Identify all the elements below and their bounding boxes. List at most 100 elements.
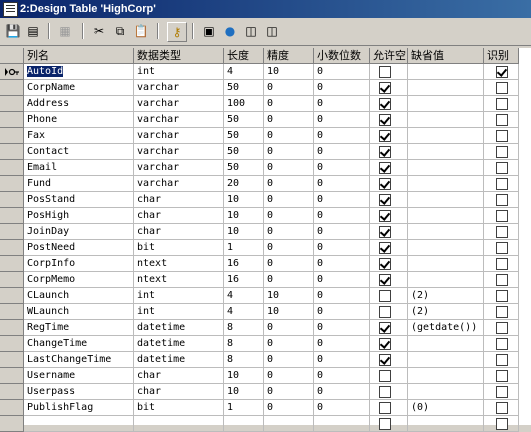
header-default-value[interactable]: 缺省值 (408, 48, 484, 64)
cell-data-type[interactable]: bit (134, 400, 224, 416)
cell-column-name[interactable]: Fax (24, 128, 134, 144)
row-selector[interactable] (0, 384, 24, 400)
cell-scale[interactable]: 0 (314, 384, 370, 400)
allow-nulls-cell[interactable] (370, 256, 408, 272)
cell-length[interactable]: 4 (224, 304, 264, 320)
manage-constraints-icon[interactable]: ◫ (242, 22, 260, 40)
identity-cell[interactable] (484, 112, 519, 128)
allow-nulls-checkbox[interactable] (379, 274, 391, 286)
cell-default-value[interactable]: (2) (408, 304, 484, 320)
row-selector[interactable] (0, 64, 24, 80)
cell-length[interactable]: 50 (224, 160, 264, 176)
row-selector[interactable] (0, 400, 24, 416)
identity-checkbox[interactable] (496, 98, 508, 110)
identity-checkbox[interactable] (496, 338, 508, 350)
row-selector[interactable] (0, 272, 24, 288)
row-selector[interactable] (0, 368, 24, 384)
identity-cell[interactable] (484, 384, 519, 400)
cell-column-name[interactable]: RegTime (24, 320, 134, 336)
cell-precision[interactable]: 0 (264, 272, 314, 288)
row-selector[interactable] (0, 320, 24, 336)
identity-cell[interactable] (484, 160, 519, 176)
identity-cell[interactable] (484, 64, 519, 80)
cell-precision[interactable]: 0 (264, 192, 314, 208)
cell-data-type[interactable]: varchar (134, 96, 224, 112)
cell-default-value[interactable] (408, 336, 484, 352)
cell-default-value[interactable] (408, 352, 484, 368)
cell-data-type[interactable]: varchar (134, 112, 224, 128)
cell-precision[interactable]: 10 (264, 304, 314, 320)
row-selector[interactable] (0, 112, 24, 128)
cell-length[interactable]: 8 (224, 352, 264, 368)
row-selector[interactable] (0, 224, 24, 240)
cell-precision[interactable]: 10 (264, 64, 314, 80)
cell-length[interactable]: 1 (224, 240, 264, 256)
cell-default-value[interactable]: (0) (408, 400, 484, 416)
cell-precision[interactable]: 0 (264, 320, 314, 336)
cell-default-value[interactable] (408, 240, 484, 256)
identity-checkbox[interactable] (496, 402, 508, 414)
cell-precision[interactable] (264, 416, 314, 432)
cell-precision[interactable]: 0 (264, 368, 314, 384)
cell-precision[interactable]: 0 (264, 176, 314, 192)
allow-nulls-cell[interactable] (370, 304, 408, 320)
identity-cell[interactable] (484, 288, 519, 304)
allow-nulls-checkbox[interactable] (379, 290, 391, 302)
cell-default-value[interactable] (408, 368, 484, 384)
cell-data-type[interactable]: char (134, 384, 224, 400)
cell-precision[interactable]: 0 (264, 128, 314, 144)
identity-checkbox[interactable] (496, 322, 508, 334)
allow-nulls-checkbox[interactable] (379, 162, 391, 174)
cell-length[interactable]: 10 (224, 384, 264, 400)
row-selector[interactable] (0, 128, 24, 144)
header-precision[interactable]: 精度 (264, 48, 314, 64)
cell-length[interactable]: 16 (224, 256, 264, 272)
cell-default-value[interactable] (408, 112, 484, 128)
cell-column-name[interactable]: JoinDay (24, 224, 134, 240)
identity-checkbox[interactable] (496, 258, 508, 270)
identity-cell[interactable] (484, 224, 519, 240)
allow-nulls-checkbox[interactable] (379, 306, 391, 318)
cell-precision[interactable]: 0 (264, 224, 314, 240)
identity-cell[interactable] (484, 272, 519, 288)
cell-length[interactable]: 10 (224, 208, 264, 224)
cell-precision[interactable]: 0 (264, 160, 314, 176)
cell-data-type[interactable] (134, 416, 224, 432)
cell-length[interactable]: 100 (224, 96, 264, 112)
cell-length[interactable]: 50 (224, 128, 264, 144)
identity-cell[interactable] (484, 352, 519, 368)
cell-data-type[interactable]: datetime (134, 320, 224, 336)
row-selector[interactable] (0, 80, 24, 96)
allow-nulls-cell[interactable] (370, 416, 408, 432)
allow-nulls-checkbox[interactable] (379, 82, 391, 94)
cell-length[interactable]: 20 (224, 176, 264, 192)
cell-length[interactable]: 10 (224, 192, 264, 208)
allow-nulls-cell[interactable] (370, 240, 408, 256)
cell-length[interactable] (224, 416, 264, 432)
cell-data-type[interactable]: char (134, 368, 224, 384)
row-selector[interactable] (0, 304, 24, 320)
allow-nulls-checkbox[interactable] (379, 386, 391, 398)
cell-scale[interactable]: 0 (314, 80, 370, 96)
cell-scale[interactable]: 0 (314, 96, 370, 112)
cell-length[interactable]: 8 (224, 336, 264, 352)
cell-column-name[interactable]: Userpass (24, 384, 134, 400)
cell-scale[interactable]: 0 (314, 336, 370, 352)
identity-cell[interactable] (484, 208, 519, 224)
allow-nulls-cell[interactable] (370, 336, 408, 352)
row-selector[interactable] (0, 288, 24, 304)
row-selector[interactable] (0, 256, 24, 272)
cell-column-name[interactable]: Email (24, 160, 134, 176)
header-scale[interactable]: 小数位数 (314, 48, 370, 64)
header-allow-nulls[interactable]: 允许空 (370, 48, 408, 64)
cell-precision[interactable]: 0 (264, 400, 314, 416)
cell-length[interactable]: 50 (224, 144, 264, 160)
cell-data-type[interactable]: bit (134, 240, 224, 256)
allow-nulls-cell[interactable] (370, 64, 408, 80)
identity-cell[interactable] (484, 176, 519, 192)
identity-checkbox[interactable] (496, 82, 508, 94)
cell-data-type[interactable]: ntext (134, 256, 224, 272)
row-selector[interactable] (0, 160, 24, 176)
cell-column-name[interactable]: PostNeed (24, 240, 134, 256)
manage-relationships-icon[interactable]: ● (221, 22, 239, 40)
